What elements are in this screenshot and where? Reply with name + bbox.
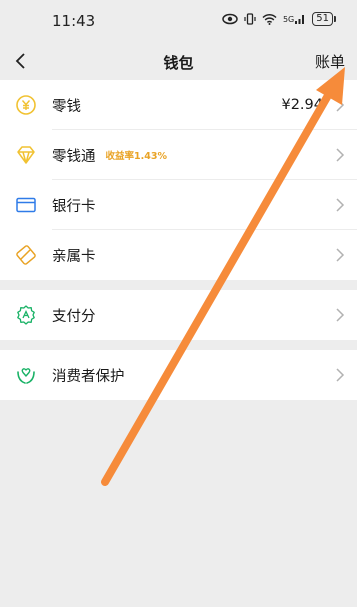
nav-bar: 钱包 账单: [0, 42, 357, 80]
protection-icon: [15, 364, 37, 386]
card-icon: [15, 194, 37, 216]
diamond-icon: [15, 144, 37, 166]
chevron-right-icon: [335, 367, 345, 383]
vibrate-icon: [244, 13, 256, 25]
list-item-family-card[interactable]: 亲属卡: [0, 230, 357, 280]
chevron-right-icon: [335, 97, 345, 113]
wallet-group-main: 零钱 ¥2.94 零钱通 收益率1.43% 银行卡 亲属卡: [0, 80, 357, 280]
wifi-icon: [262, 13, 277, 25]
page-title: 钱包: [163, 54, 194, 72]
list-item-label: 消费者保护: [52, 368, 125, 385]
list-item-consumer-protection[interactable]: 消费者保护: [0, 350, 357, 400]
status-bar: 11:43 5G 51: [0, 0, 357, 42]
list-item-bank-card[interactable]: 银行卡: [0, 180, 357, 230]
chevron-right-icon: [335, 197, 345, 213]
list-item-lingqiantong[interactable]: 零钱通 收益率1.43%: [0, 130, 357, 180]
list-item-label: 亲属卡: [52, 248, 96, 265]
network-type-label: 5G: [282, 14, 295, 24]
eye-icon: [222, 13, 238, 25]
cellular-signal-icon: 5G: [283, 13, 306, 25]
chevron-right-icon: [335, 247, 345, 263]
balance-value: ¥2.94: [281, 97, 323, 113]
chevron-right-icon: [335, 147, 345, 163]
list-item-label: 零钱: [52, 98, 81, 115]
list-item-label: 零钱通: [52, 148, 96, 165]
list-item-pay-score[interactable]: 支付分: [0, 290, 357, 340]
list-item-label: 支付分: [52, 308, 96, 325]
list-item-change[interactable]: 零钱 ¥2.94: [0, 80, 357, 130]
list-item-label: 银行卡: [52, 198, 96, 215]
wallet-group-protection: 消费者保护: [0, 350, 357, 400]
family-card-icon: [15, 244, 37, 266]
coin-icon: [15, 94, 37, 116]
battery-icon: 51: [312, 12, 336, 26]
wallet-group-score: 支付分: [0, 290, 357, 340]
chevron-right-icon: [335, 307, 345, 323]
bill-button[interactable]: 账单: [315, 51, 345, 72]
status-icons: 5G 51: [222, 12, 336, 26]
pay-score-icon: [15, 304, 37, 326]
status-time: 11:43: [52, 12, 96, 30]
yield-rate-tag: 收益率1.43%: [105, 151, 167, 162]
